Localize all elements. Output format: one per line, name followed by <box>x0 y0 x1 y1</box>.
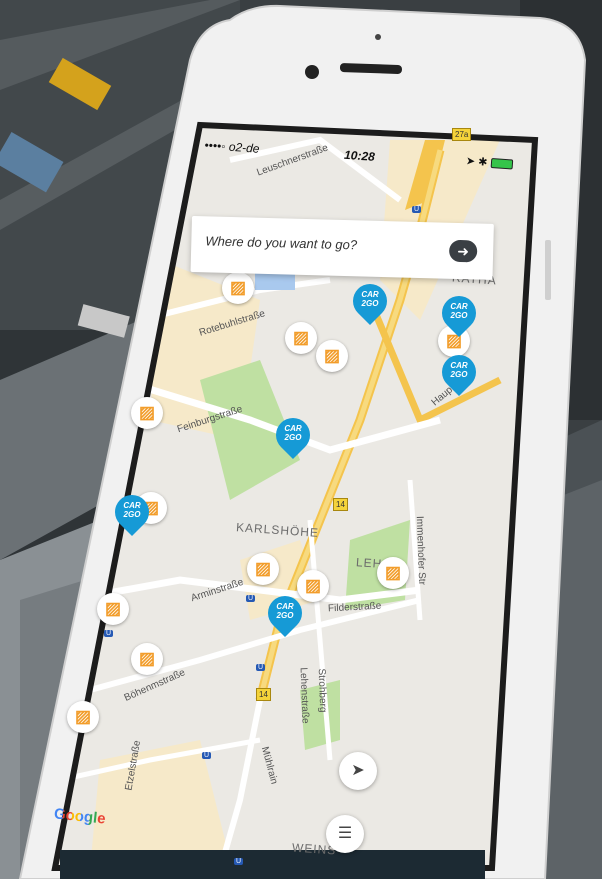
street-label: Lehenstraße <box>297 667 311 724</box>
subway-icon: U <box>256 664 266 671</box>
destination-search-input[interactable] <box>205 233 436 255</box>
street-label: Rotebuhlstraße <box>197 308 267 339</box>
subway-icon: U <box>412 206 422 213</box>
bus-icon: ▨ <box>138 403 156 422</box>
arrow-right-icon: ➜ <box>457 242 470 260</box>
street-label: Filderstraße <box>327 600 382 615</box>
bus-icon: ▨ <box>254 559 272 578</box>
bus-stop-marker[interactable]: ▨ <box>131 397 163 429</box>
bus-stop-marker[interactable]: ▨ <box>67 701 99 733</box>
car2go-pin[interactable]: CAR 2GO <box>260 588 310 646</box>
street-label: Etzelstraße <box>123 739 144 792</box>
bus-icon: ▨ <box>74 707 92 726</box>
car2go-pin[interactable]: CAR 2GO <box>268 410 318 468</box>
location-bluetooth-icons: ➤ ✱ <box>465 155 488 169</box>
road-number-badge: 14 <box>256 688 271 701</box>
bus-icon: ▨ <box>323 346 341 365</box>
search-go-button[interactable]: ➜ <box>448 239 478 263</box>
clock-time: 10:28 <box>343 147 376 164</box>
bus-icon: ▨ <box>384 563 402 582</box>
street-label: Mühlrain <box>258 745 280 786</box>
battery-icon <box>490 158 513 170</box>
car2go-pin[interactable]: CAR 2GO <box>107 487 157 545</box>
locate-me-button[interactable]: ➤ <box>339 752 377 790</box>
status-bar: ••••◦ o2-de 10:28 ➤ ✱ <box>204 138 524 178</box>
navigation-arrow-icon: ➤ <box>351 762 365 779</box>
bus-icon: ▨ <box>292 328 310 347</box>
subway-icon: U <box>202 752 212 759</box>
bus-icon: ▨ <box>138 649 156 668</box>
bus-icon: ▨ <box>104 599 122 618</box>
car2go-pin[interactable]: CAR 2GO <box>434 288 484 346</box>
filter-button[interactable]: ☰ <box>326 815 364 853</box>
road-number-badge: 14 <box>333 498 348 511</box>
car2go-pin[interactable]: CAR 2GO <box>434 347 484 405</box>
status-icons: ➤ ✱ <box>466 154 513 170</box>
car2go-pin[interactable]: CAR 2GO <box>345 276 395 334</box>
subway-icon: U <box>104 630 114 637</box>
carrier-label: ••••◦ o2-de <box>204 138 260 156</box>
subway-icon: U <box>234 858 244 865</box>
district-label: KARLSHÖHE <box>235 520 320 540</box>
road-number-badge: 27a <box>452 128 472 141</box>
destination-search-bar[interactable]: ➜ <box>190 216 494 280</box>
street-label: Immenhofer Str <box>413 515 428 586</box>
bus-stop-marker[interactable]: ▨ <box>131 643 163 675</box>
subway-icon: U <box>246 595 256 602</box>
bus-icon: ▨ <box>304 576 322 595</box>
street-label: Strohberg <box>315 668 329 713</box>
bus-stop-marker[interactable]: ▨ <box>285 322 317 354</box>
bus-stop-marker[interactable]: ▨ <box>222 272 254 304</box>
bus-stop-marker[interactable]: ▨ <box>377 557 409 589</box>
bus-stop-marker[interactable]: ▨ <box>247 553 279 585</box>
sliders-icon: ☰ <box>337 825 353 842</box>
bus-stop-marker[interactable]: ▨ <box>97 593 129 625</box>
bus-stop-marker[interactable]: ▨ <box>316 340 348 372</box>
google-logo: Google <box>53 805 107 828</box>
street-label: Feinburgstraße <box>175 403 244 436</box>
street-label: Arminstraße <box>189 576 245 605</box>
bus-icon: ▨ <box>229 278 247 297</box>
